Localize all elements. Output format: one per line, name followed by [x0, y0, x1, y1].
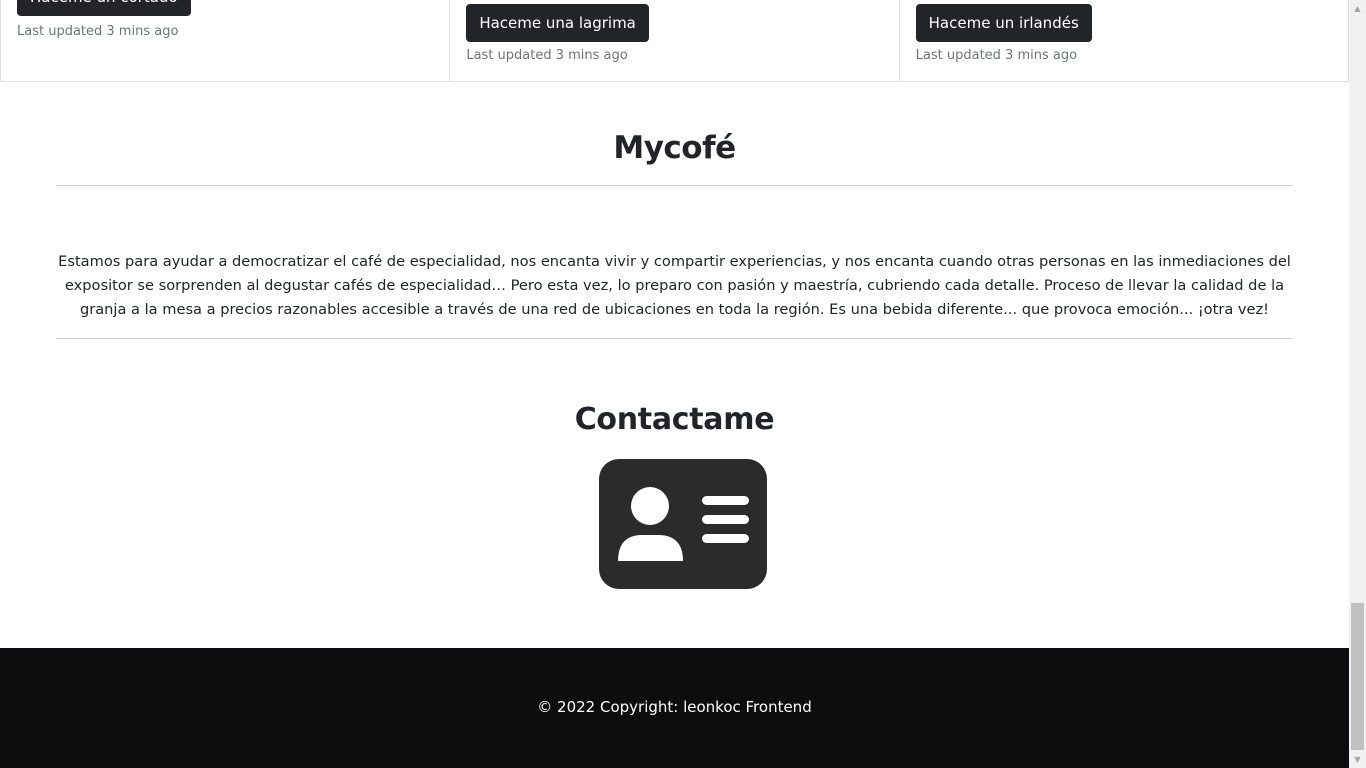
vertical-scrollbar[interactable]: ▲ ▼	[1349, 0, 1366, 768]
contact-card-icon[interactable]	[598, 458, 768, 590]
card-updated-text: Last updated 3 mins ago	[17, 24, 179, 39]
card-updated-text: Last updated 3 mins ago	[466, 48, 628, 63]
footer-copyright: © 2022 Copyright: leonkoc Frontend	[537, 698, 812, 716]
about-title: Mycofé	[613, 130, 736, 166]
contact-title: Contactame	[574, 402, 775, 437]
about-text: Estamos para ayudar a democratizar el ca…	[58, 253, 1291, 318]
card-updated-text: Last updated 3 mins ago	[915, 48, 1078, 63]
divider	[56, 338, 1293, 339]
product-card-cortado: Haceme un cortado Last updated 3 mins ag…	[1, 0, 451, 81]
product-card-irlandes: Haceme un irlandés Last updated 3 mins a…	[900, 0, 1348, 81]
product-card-lagrima: Haceme una lagrima Last updated 3 mins a…	[450, 0, 900, 81]
order-lagrima-button[interactable]: Haceme una lagrima	[466, 4, 649, 42]
scrollbar-thumb[interactable]	[1351, 603, 1364, 750]
footer: © 2022 Copyright: leonkoc Frontend	[0, 648, 1349, 768]
order-cortado-button[interactable]: Haceme un cortado	[17, 0, 191, 16]
order-irlandes-button[interactable]: Haceme un irlandés	[915, 4, 1092, 42]
scroll-down-arrow-icon[interactable]: ▼	[1349, 751, 1366, 768]
scroll-up-arrow-icon[interactable]: ▲	[1349, 0, 1366, 17]
divider	[56, 185, 1293, 186]
page: Haceme un cortado Last updated 3 mins ag…	[0, 0, 1349, 768]
product-card-group: Haceme un cortado Last updated 3 mins ag…	[0, 0, 1349, 82]
